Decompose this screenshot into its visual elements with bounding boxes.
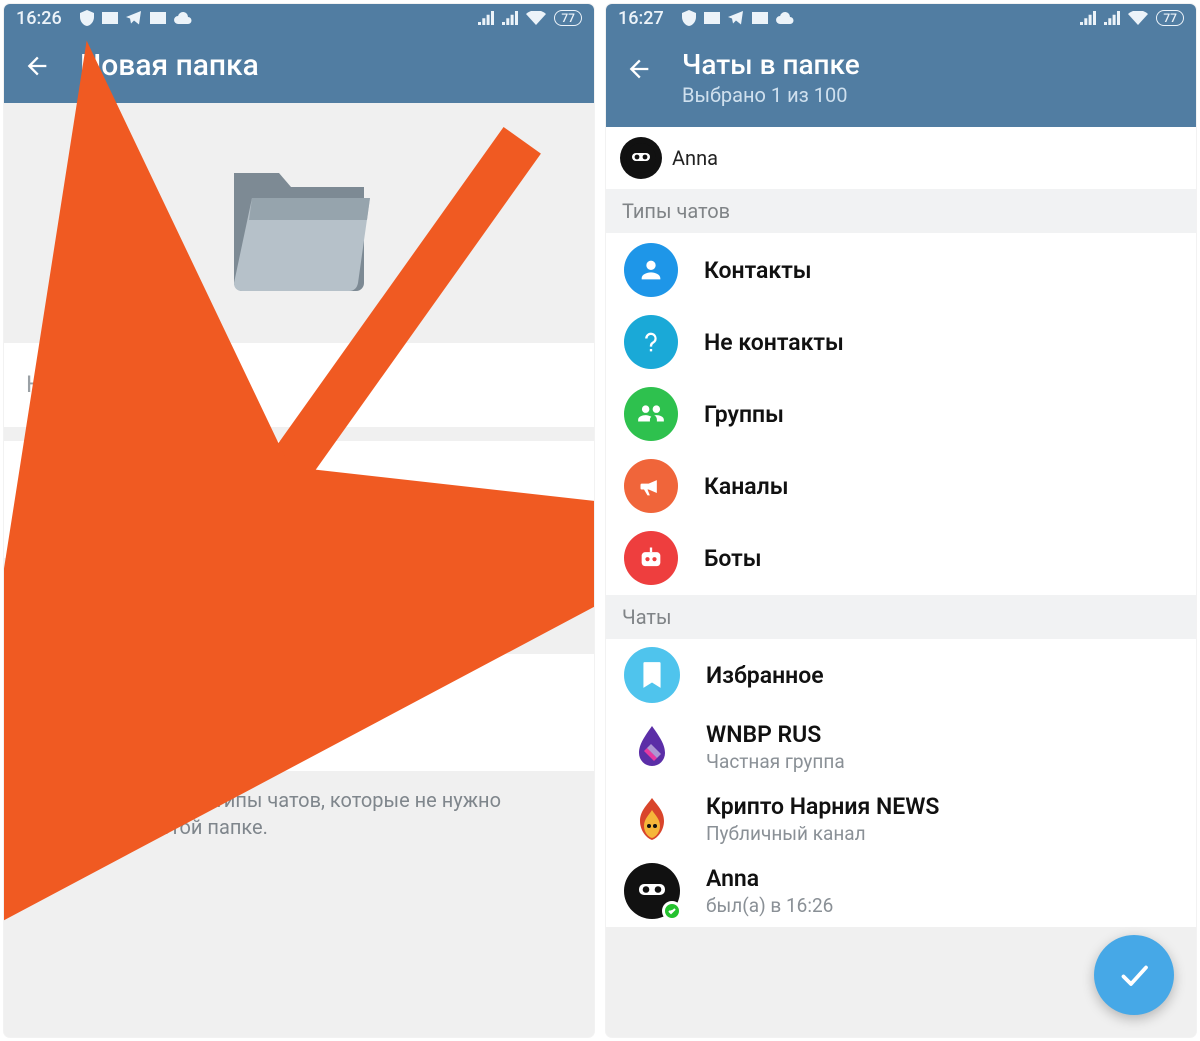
signal-icon xyxy=(502,11,518,25)
type-icon xyxy=(624,531,678,585)
folder-icon xyxy=(219,148,379,298)
folder-illustration xyxy=(4,103,594,343)
status-time: 16:26 xyxy=(16,8,62,29)
exclude-chats-button[interactable]: Исключить чаты xyxy=(4,703,594,771)
chat-type-row[interactable]: Группы xyxy=(606,379,1196,451)
status-right-icons: 77 xyxy=(1080,10,1184,26)
chat-subtitle: Частная группа xyxy=(706,750,845,773)
avatar xyxy=(624,791,680,847)
status-right-icons: 77 xyxy=(478,10,582,26)
included-footer: Выберите чаты или типы чатов, которые ну… xyxy=(4,558,594,654)
page-subtitle: Выбрано 1 из 100 xyxy=(682,83,860,107)
avatar xyxy=(620,137,662,179)
page-title: Чаты в папке xyxy=(682,48,860,81)
chat-row[interactable]: Крипто Нарния NEWSПубличный канал xyxy=(606,783,1196,855)
check-icon xyxy=(1116,957,1152,993)
chat-subtitle: был(а) в 16:26 xyxy=(706,894,833,917)
chat-title: Крипто Нарния NEWS xyxy=(706,793,939,820)
type-label: Боты xyxy=(704,545,762,572)
avatar xyxy=(624,647,680,703)
confirm-fab[interactable] xyxy=(1094,935,1174,1015)
type-icon xyxy=(624,243,678,297)
signal-icon xyxy=(478,11,494,25)
folder-name-section xyxy=(4,343,594,427)
add-chats-label: Добавить чаты xyxy=(84,504,256,532)
cloud-icon xyxy=(776,11,794,25)
chats-list: ИзбранноеWNBP RUSЧастная группаКрипто На… xyxy=(606,639,1196,927)
type-icon xyxy=(624,387,678,441)
selected-chat-chip[interactable]: Anna xyxy=(606,127,1196,189)
wifi-icon xyxy=(1128,11,1148,25)
chip-name: Anna xyxy=(672,146,718,170)
excluded-footer: Выберите чаты или типы чатов, которые не… xyxy=(4,771,594,867)
shield-icon xyxy=(682,10,696,26)
chat-type-row[interactable]: Не контакты xyxy=(606,307,1196,379)
excluded-header: Исключённые чаты xyxy=(4,654,594,703)
shield-icon xyxy=(80,10,94,26)
type-icon xyxy=(624,459,678,513)
chat-row[interactable]: Annaбыл(а) в 16:26 xyxy=(606,855,1196,927)
status-left-icons xyxy=(80,10,192,26)
chat-row[interactable]: Избранное xyxy=(606,639,1196,711)
mail-icon xyxy=(752,12,768,24)
type-label: Каналы xyxy=(704,473,789,500)
types-list: Контакты Не контакты Группы Каналы Боты xyxy=(606,233,1196,595)
add-chats-button[interactable]: Добавить чаты xyxy=(4,490,594,558)
included-header: Выбранные чаты xyxy=(4,441,594,490)
folder-name-input[interactable] xyxy=(4,343,594,427)
chat-add-icon xyxy=(26,713,62,749)
mail-icon xyxy=(704,12,720,24)
wifi-icon xyxy=(526,11,546,25)
avatar xyxy=(624,863,680,919)
battery-indicator: 77 xyxy=(1156,10,1184,26)
page-title: Новая папка xyxy=(80,48,259,83)
signal-icon xyxy=(1080,11,1096,25)
arrow-left-icon xyxy=(625,55,653,83)
type-label: Группы xyxy=(704,401,784,428)
mail-icon xyxy=(150,12,166,24)
app-bar: Новая папка xyxy=(4,32,594,103)
chat-title: WNBP RUS xyxy=(706,721,845,748)
exclude-chats-label: Исключить чаты xyxy=(84,717,274,745)
chat-row[interactable]: WNBP RUSЧастная группа xyxy=(606,711,1196,783)
chat-subtitle: Публичный канал xyxy=(706,822,939,845)
avatar xyxy=(624,719,680,775)
chat-add-icon xyxy=(26,500,62,536)
phone-right: 16:27 77 Чаты в папке Выбрано 1 из 100 xyxy=(606,4,1196,1037)
telegram-icon xyxy=(126,10,142,26)
divider xyxy=(4,427,594,441)
telegram-icon xyxy=(728,10,744,26)
arrow-left-icon xyxy=(23,52,51,80)
signal-icon xyxy=(1104,11,1120,25)
avatar-face-icon xyxy=(626,143,656,173)
online-badge xyxy=(662,901,682,921)
chat-title: Избранное xyxy=(706,662,824,689)
cloud-icon xyxy=(174,11,192,25)
chat-title: Anna xyxy=(706,865,833,892)
status-left-icons xyxy=(682,10,794,26)
status-time: 16:27 xyxy=(618,8,664,29)
types-header: Типы чатов xyxy=(606,189,1196,233)
type-label: Не контакты xyxy=(704,329,844,356)
chats-header: Чаты xyxy=(606,595,1196,639)
app-bar: Чаты в папке Выбрано 1 из 100 xyxy=(606,32,1196,127)
type-icon xyxy=(624,315,678,369)
chat-type-row[interactable]: Боты xyxy=(606,523,1196,595)
type-label: Контакты xyxy=(704,257,812,284)
back-button[interactable] xyxy=(624,54,654,84)
status-bar: 16:26 77 xyxy=(4,4,594,32)
back-button[interactable] xyxy=(22,51,52,81)
chat-type-row[interactable]: Контакты xyxy=(606,233,1196,307)
mail-icon xyxy=(102,12,118,24)
battery-indicator: 77 xyxy=(554,10,582,26)
chat-type-row[interactable]: Каналы xyxy=(606,451,1196,523)
status-bar: 16:27 77 xyxy=(606,4,1196,32)
phone-left: 16:26 77 Новая папка xyxy=(4,4,594,1037)
